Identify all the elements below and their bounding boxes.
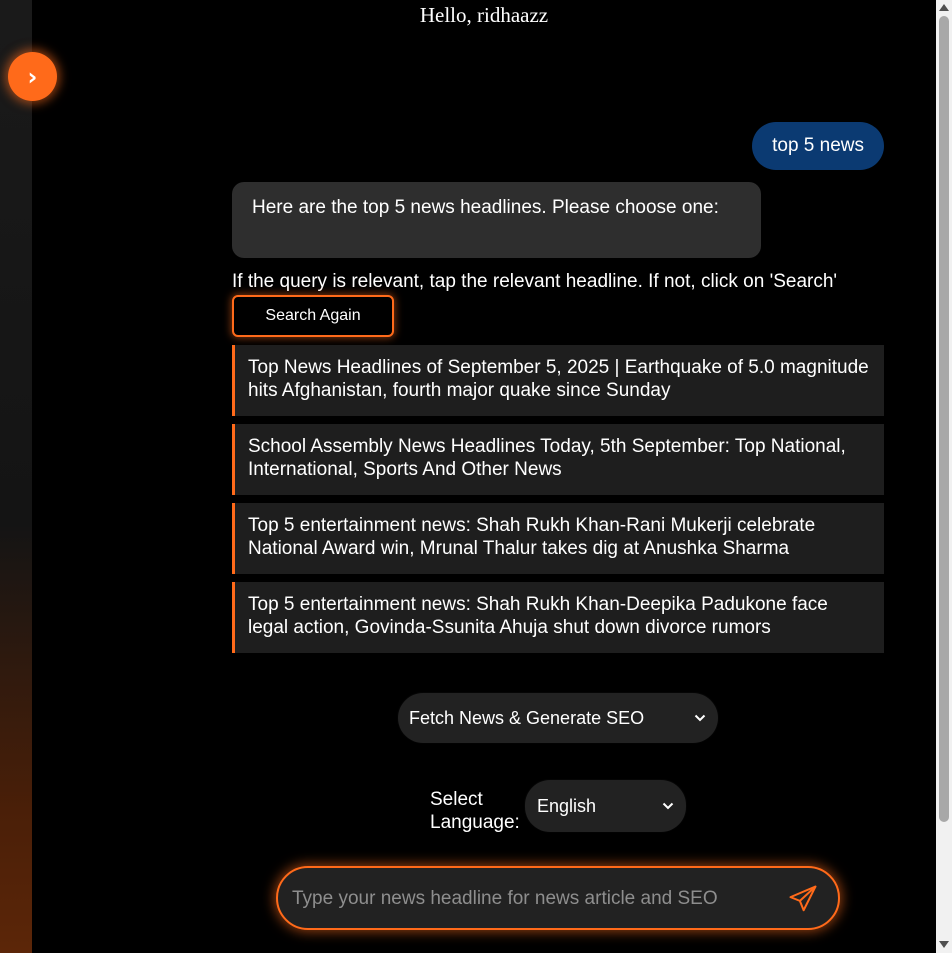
user-message-bubble: top 5 news — [752, 122, 884, 170]
language-select-value: English — [537, 795, 597, 816]
send-icon[interactable] — [788, 884, 818, 914]
greeting-title: Hello, ridhaazz — [419, 3, 549, 27]
bot-message-bubble: Here are the top 5 news headlines. Pleas… — [232, 182, 761, 258]
headline-option[interactable]: School Assembly News Headlines Today, 5t… — [232, 424, 884, 495]
language-select[interactable]: English — [525, 780, 686, 832]
chevron-down-icon — [662, 802, 674, 810]
mode-select[interactable]: Fetch News & Generate SEO — [398, 693, 718, 743]
mode-select-value: Fetch News & Generate SEO — [409, 707, 645, 728]
search-again-button[interactable]: Search Again — [232, 295, 394, 337]
chat-input-container — [276, 866, 840, 930]
headline-option[interactable]: Top News Headlines of September 5, 2025 … — [232, 345, 884, 416]
headline-option[interactable]: Top 5 entertainment news: Shah Rukh Khan… — [232, 582, 884, 653]
scroll-down-arrow-icon[interactable] — [939, 941, 949, 948]
headline-hint-text: If the query is relevant, tap the releva… — [232, 271, 838, 292]
sidebar-toggle-button[interactable]: › — [8, 52, 57, 101]
headline-option[interactable]: Top 5 entertainment news: Shah Rukh Khan… — [232, 503, 884, 574]
chevron-right-icon: › — [27, 62, 38, 91]
sidebar-collapsed — [0, 0, 32, 953]
language-label-text: Select Language: — [430, 789, 520, 833]
page-scrollbar[interactable] — [936, 0, 952, 953]
chevron-down-icon — [694, 714, 706, 722]
headline-list: Top News Headlines of September 5, 2025 … — [232, 345, 884, 661]
headline-input[interactable] — [290, 868, 764, 930]
scroll-thumb[interactable] — [939, 16, 949, 822]
scroll-up-arrow-icon[interactable] — [939, 4, 949, 11]
language-label: Select Language: — [430, 788, 526, 834]
